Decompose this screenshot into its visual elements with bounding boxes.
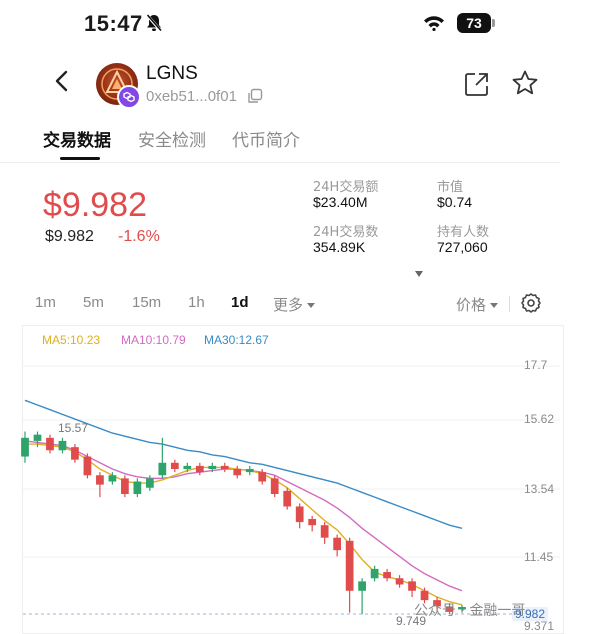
holders-label: 持有人数 (437, 225, 490, 240)
status-time: 15:47 (84, 11, 143, 36)
bell-muted-icon (145, 14, 163, 36)
share-icon[interactable] (464, 71, 490, 101)
volume-label: 24H交易额 (313, 180, 379, 195)
y-tick-3: 13.54 (524, 482, 555, 496)
timeframe-1h[interactable]: 1h (188, 294, 205, 311)
token-address: 0xeb51...0f01 (146, 88, 237, 105)
y-tick-4: 11.45 (524, 550, 554, 564)
ma5-legend: MA5:10.23 (42, 333, 101, 347)
y-tick-2: 15.62 (524, 412, 555, 426)
current-price: $9.982 (43, 186, 147, 224)
y-tick-1: 17.7 (524, 358, 548, 372)
tab-security-check[interactable]: 安全检测 (138, 126, 206, 151)
timeframe-15m[interactable]: 15m (132, 294, 161, 311)
token-header: LGNS 0xeb51...0f01 (0, 55, 592, 115)
status-bar: 15:47 73 (0, 0, 592, 50)
favorite-star-icon[interactable] (511, 69, 539, 101)
active-tab-indicator (60, 157, 100, 160)
battery-indicator: 73 (457, 13, 491, 33)
timeframe-1m[interactable]: 1m (35, 294, 56, 311)
tab-trading-data[interactable]: 交易数据 (43, 126, 111, 151)
candlestick-chart[interactable] (22, 325, 564, 634)
market-cap-value: $0.74 (437, 194, 473, 210)
timeframe-5m[interactable]: 5m (83, 294, 104, 311)
chevron-down-icon (490, 303, 499, 308)
ma30-legend: MA30:12.67 (204, 333, 269, 347)
watermark: 公众号 · 金融一哥 (414, 603, 526, 619)
gear-icon[interactable] (520, 292, 542, 318)
y-tick-5: 9.371 (524, 619, 555, 633)
timeframe-more-label: 更多 (273, 297, 304, 314)
transactions-value: 354.89K (313, 239, 366, 255)
volume-value: $23.40M (313, 194, 368, 210)
wifi-icon (423, 15, 445, 35)
timeframe-1d[interactable]: 1d (231, 294, 249, 311)
divider (509, 296, 510, 312)
battery-tip (492, 19, 495, 27)
price-mode-label: 价格 (456, 296, 487, 314)
token-name: LGNS (146, 63, 198, 84)
polygon-chain-icon (117, 85, 141, 109)
transactions-label: 24H交易数 (313, 225, 379, 240)
high-annotation: 15.57 (58, 421, 89, 435)
back-arrow-icon[interactable] (52, 69, 72, 97)
chevron-down-icon (307, 303, 316, 308)
timeframe-more[interactable]: 更多 (273, 294, 317, 315)
tab-token-intro[interactable]: 代币简介 (232, 126, 300, 151)
timeframe-selector: 1m 5m 15m 1h 1d 更多 价格 (0, 290, 560, 318)
holders-value: 727,060 (437, 239, 488, 255)
market-cap-label: 市值 (437, 180, 464, 195)
expand-chevron-icon[interactable] (412, 264, 426, 277)
ma10-legend: MA10:10.79 (121, 333, 186, 347)
price-mode-toggle[interactable]: 价格 (456, 294, 500, 315)
price-change: -1.6% (118, 228, 160, 245)
price-usd: $9.982 (45, 228, 94, 245)
section-tabs: 交易数据 安全检测 代币简介 (0, 120, 560, 163)
copy-icon[interactable] (247, 88, 263, 108)
